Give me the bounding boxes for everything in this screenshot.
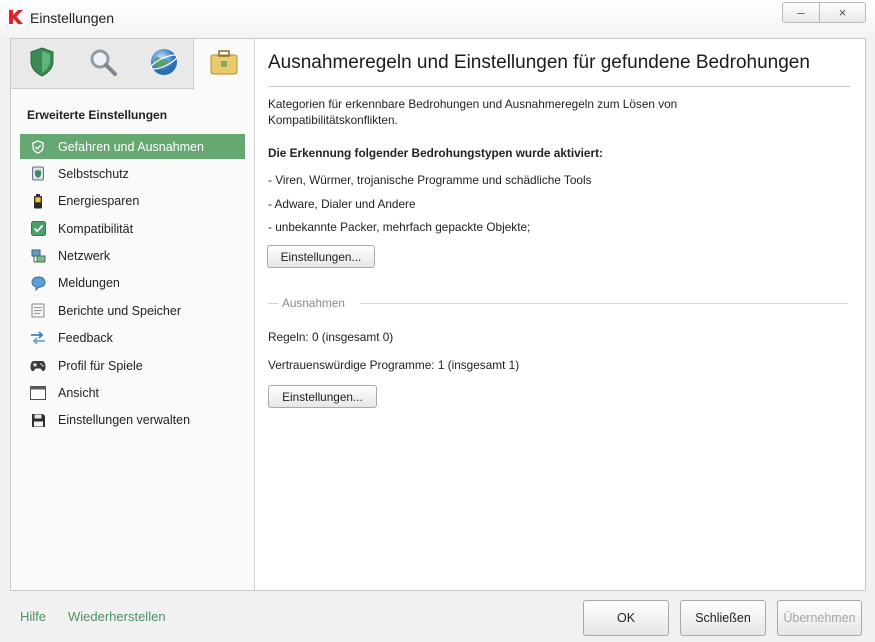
sidebar-item-label: Einstellungen verwalten	[58, 413, 191, 428]
sidebar-item-manage-settings[interactable]: Einstellungen verwalten	[20, 408, 245, 433]
title-divider	[268, 86, 850, 87]
briefcase-icon	[209, 48, 239, 81]
window-icon	[30, 385, 46, 401]
help-link[interactable]: Hilfe	[20, 609, 46, 624]
tab-scan[interactable]	[72, 39, 133, 89]
network-icon	[30, 248, 46, 264]
sidebar-item-energy-saving[interactable]: Energiesparen	[20, 189, 245, 214]
shield-icon	[29, 46, 55, 82]
globe-icon	[149, 47, 179, 82]
tab-advanced-settings[interactable]	[193, 39, 254, 90]
minimize-button[interactable]: –	[782, 2, 820, 23]
sidebar-item-label: Kompatibilität	[58, 221, 134, 236]
notification-icon	[30, 275, 46, 291]
window-title: Einstellungen	[30, 10, 115, 26]
floppy-disk-icon	[30, 412, 46, 428]
sidebar-item-label: Gefahren und Ausnahmen	[58, 139, 204, 154]
sidebar-item-label: Berichte und Speicher	[58, 303, 181, 318]
page-title: Ausnahmeregeln und Einstellungen für gef…	[268, 52, 810, 73]
sidebar-item-label: Energiesparen	[58, 194, 140, 209]
tab-update[interactable]	[133, 39, 194, 89]
close-button[interactable]: Schließen	[680, 600, 766, 636]
description-line: Kompatibilitätskonflikten.	[268, 113, 398, 127]
restore-link[interactable]: Wiederherstellen	[68, 609, 166, 624]
sidebar-list: Gefahren und Ausnahmen Selbstschutz Ener…	[20, 134, 245, 435]
sidebar-item-label: Netzwerk	[58, 249, 111, 264]
gamepad-icon	[30, 358, 46, 374]
sidebar-item-self-protection[interactable]: Selbstschutz	[20, 161, 245, 186]
sidebar-item-compatibility[interactable]: Kompatibilität	[20, 216, 245, 241]
sidebar-item-label: Meldungen	[58, 276, 120, 291]
sidebar-item-feedback[interactable]: Feedback	[20, 326, 245, 351]
apply-button[interactable]: Übernehmen	[777, 600, 862, 636]
sidebar-item-reports-storage[interactable]: Berichte und Speicher	[20, 298, 245, 323]
magnifier-icon	[88, 47, 118, 82]
sidebar-item-label: Profil für Spiele	[58, 358, 143, 373]
feedback-arrows-icon	[30, 330, 46, 346]
detection-list-item: - Viren, Würmer, trojanische Programme u…	[268, 173, 592, 187]
check-shield-icon	[30, 139, 46, 155]
sidebar-item-label: Feedback	[58, 331, 113, 346]
ok-button[interactable]: OK	[583, 600, 669, 636]
exceptions-settings-button[interactable]: Einstellungen...	[268, 385, 377, 408]
sidebar-item-gaming-profile[interactable]: Profil für Spiele	[20, 353, 245, 378]
title-bar	[0, 0, 875, 38]
description: Kategorien für erkennbare Bedrohungen un…	[268, 96, 677, 128]
group-divider	[268, 303, 278, 304]
battery-icon	[30, 193, 46, 209]
detection-heading: Die Erkennung folgender Bedrohungstypen …	[268, 146, 603, 160]
kaspersky-k-icon	[8, 9, 24, 25]
detection-list-item: - unbekannte Packer, mehrfach gepackte O…	[268, 220, 531, 234]
rules-count: Regeln: 0 (insgesamt 0)	[268, 330, 394, 344]
description-line: Kategorien für erkennbare Bedrohungen un…	[268, 97, 678, 111]
threat-settings-button[interactable]: Einstellungen...	[267, 245, 375, 268]
sidebar-item-network[interactable]: Netzwerk	[20, 244, 245, 269]
self-protection-icon	[30, 166, 46, 182]
report-icon	[30, 303, 46, 319]
exceptions-group-label: Ausnahmen	[282, 296, 345, 310]
detection-list-item: - Adware, Dialer und Andere	[268, 196, 416, 211]
group-divider	[360, 303, 848, 304]
sidebar-heading: Erweiterte Einstellungen	[27, 108, 168, 122]
sidebar-item-label: Ansicht	[58, 386, 99, 401]
sidebar-item-label: Selbstschutz	[58, 166, 129, 181]
close-window-button[interactable]: ×	[819, 2, 866, 23]
tab-protection[interactable]	[11, 39, 72, 89]
detection-list: - Viren, Würmer, trojanische Programme u…	[268, 169, 591, 240]
sidebar-item-view[interactable]: Ansicht	[20, 381, 245, 406]
check-box-icon	[30, 221, 46, 237]
sidebar-item-notifications[interactable]: Meldungen	[20, 271, 245, 296]
sidebar-item-threats-exceptions[interactable]: Gefahren und Ausnahmen	[20, 134, 245, 159]
trusted-programs-count: Vertrauenswürdige Programme: 1 (insgesam…	[268, 358, 520, 372]
